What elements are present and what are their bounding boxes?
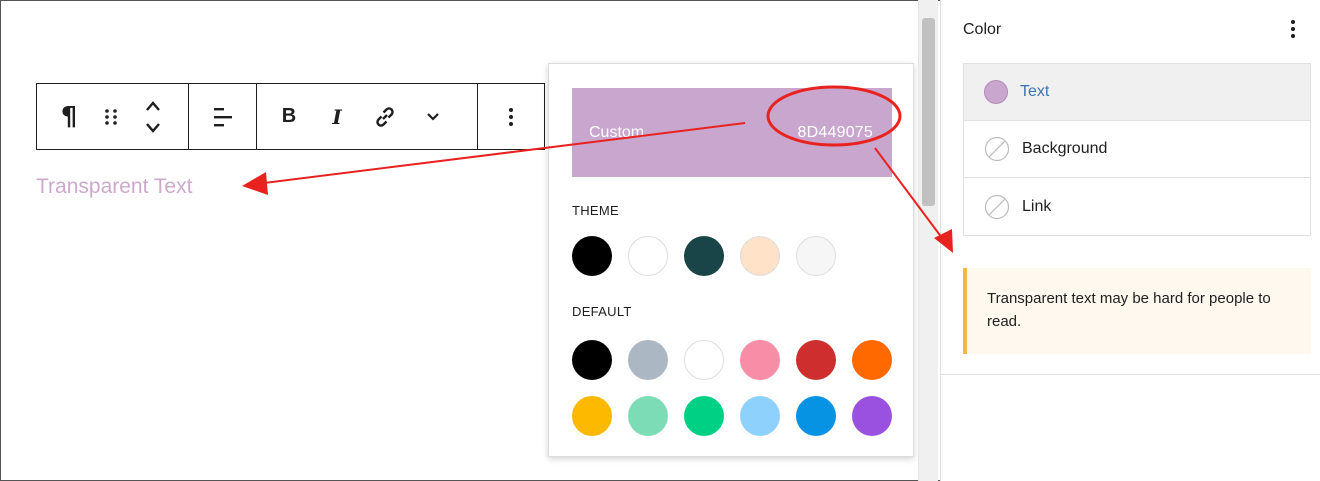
- toolbar-group-block: ¶: [37, 84, 189, 149]
- toolbar-group-format: B I: [257, 84, 478, 149]
- color-indicator-icon: [984, 80, 1008, 104]
- default-swatches-row-1: [572, 340, 892, 380]
- toolbar-group-options: [478, 84, 544, 149]
- theme-swatches: [572, 236, 836, 276]
- drag-handle-icon: [105, 108, 117, 125]
- move-up-down-button[interactable]: [135, 84, 171, 149]
- color-swatch[interactable]: [628, 396, 668, 436]
- contrast-warning-notice: Transparent text may be hard for people …: [963, 268, 1311, 354]
- color-item-text[interactable]: Text: [964, 64, 1310, 121]
- color-swatch[interactable]: [628, 340, 668, 380]
- align-button[interactable]: [212, 84, 234, 149]
- custom-color-hex[interactable]: 8D449075: [798, 124, 875, 142]
- toolbar-group-align: [189, 84, 257, 149]
- italic-label: I: [332, 104, 342, 129]
- default-section-label: DEFAULT: [572, 304, 632, 319]
- link-button[interactable]: [363, 84, 407, 149]
- paragraph-block-button[interactable]: ¶: [51, 84, 87, 149]
- color-swatch[interactable]: [740, 340, 780, 380]
- default-swatches-row-2: [572, 396, 892, 436]
- color-swatch[interactable]: [572, 396, 612, 436]
- italic-button[interactable]: I: [315, 84, 359, 149]
- color-swatch[interactable]: [572, 340, 612, 380]
- theme-section-label: THEME: [572, 203, 619, 218]
- align-left-icon: [213, 107, 232, 126]
- color-item-label: Background: [1022, 140, 1108, 157]
- more-vertical-icon: [1291, 20, 1295, 38]
- chevron-down-icon: [427, 112, 439, 121]
- drag-handle[interactable]: [93, 84, 129, 149]
- color-item-background[interactable]: Background: [964, 121, 1310, 178]
- paragraph-block[interactable]: Transparent Text: [36, 175, 192, 199]
- paragraph-icon: ¶: [60, 101, 78, 132]
- settings-sidebar: Color Text Background Link Transparent t…: [940, 0, 1320, 481]
- color-swatch[interactable]: [740, 396, 780, 436]
- color-picker-popover: Custom 8D449075 THEME DEFAULT: [548, 63, 914, 457]
- more-formatting-button[interactable]: [411, 84, 455, 149]
- color-swatch[interactable]: [684, 340, 724, 380]
- color-swatch[interactable]: [796, 340, 836, 380]
- custom-color-swatch[interactable]: Custom 8D449075: [572, 88, 892, 177]
- color-swatch[interactable]: [852, 396, 892, 436]
- color-settings-list: Text Background Link: [963, 63, 1311, 236]
- color-swatch[interactable]: [684, 396, 724, 436]
- panel-divider: [941, 374, 1320, 375]
- color-item-label: Text: [1020, 83, 1050, 100]
- bold-label: B: [281, 105, 297, 127]
- move-arrows-icon: [146, 100, 160, 133]
- no-color-icon: [984, 194, 1010, 219]
- color-swatch[interactable]: [628, 236, 668, 276]
- color-swatch[interactable]: [852, 340, 892, 380]
- color-swatch[interactable]: [796, 236, 836, 276]
- color-swatch[interactable]: [740, 236, 780, 276]
- scrollbar-thumb[interactable]: [922, 18, 935, 206]
- block-options-button[interactable]: [508, 84, 514, 149]
- color-item-label: Link: [1022, 197, 1052, 215]
- custom-color-label: Custom: [589, 123, 645, 141]
- block-toolbar: ¶ B I: [36, 83, 545, 150]
- color-swatch[interactable]: [796, 396, 836, 436]
- color-item-link[interactable]: Link: [964, 178, 1310, 235]
- link-icon: [376, 106, 394, 127]
- color-swatch[interactable]: [572, 236, 612, 276]
- bold-button[interactable]: B: [267, 84, 311, 149]
- more-vertical-icon: [509, 107, 513, 126]
- color-panel-title: Color: [963, 21, 1002, 38]
- color-panel-options-button[interactable]: [1281, 14, 1305, 44]
- color-swatch[interactable]: [684, 236, 724, 276]
- no-color-icon: [984, 136, 1010, 162]
